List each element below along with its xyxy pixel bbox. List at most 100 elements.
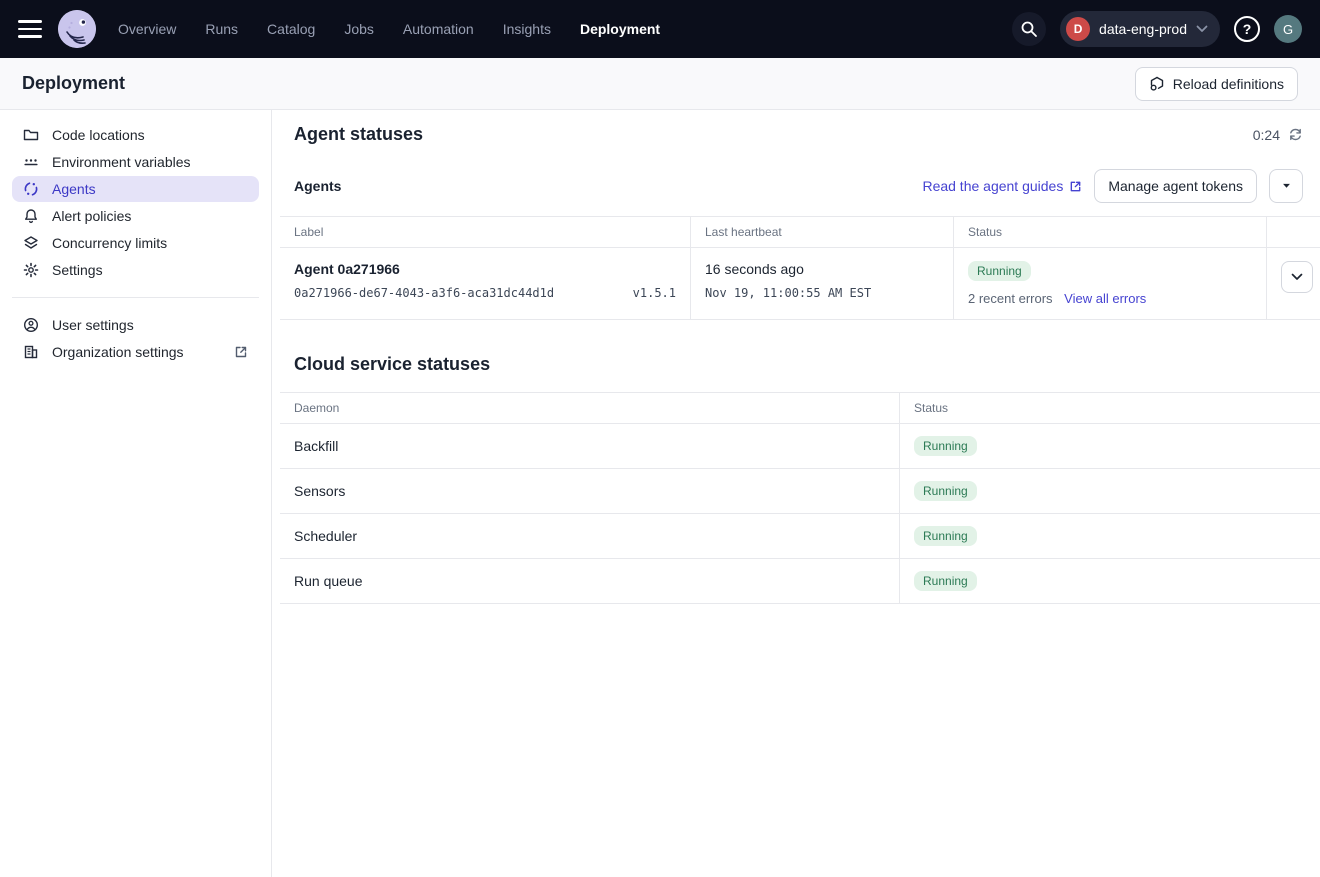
daemon-status-cell: Running <box>900 514 1320 559</box>
deployment-switcher[interactable]: D data-eng-prod <box>1060 11 1220 47</box>
code-location-icon <box>1149 76 1165 92</box>
sidebar-item-label: Organization settings <box>52 344 221 360</box>
cloud-statuses-header: Cloud service statuses <box>280 354 1320 375</box>
sidebar-item-alert-policies[interactable]: Alert policies <box>12 203 259 229</box>
agent-version: v1.5.1 <box>633 286 676 300</box>
sidebar-item-label: Alert policies <box>52 208 248 224</box>
sidebar-divider <box>12 297 259 298</box>
user-icon <box>23 317 39 333</box>
view-all-errors-link[interactable]: View all errors <box>1064 291 1146 306</box>
deployment-name: data-eng-prod <box>1099 21 1187 37</box>
sidebar-item-label: User settings <box>52 317 248 333</box>
reload-definitions-button[interactable]: Reload definitions <box>1135 67 1298 101</box>
daemon-row: Sensors Running <box>280 469 1320 514</box>
sidebar-item-label: Agents <box>52 181 248 197</box>
daemon-name: Sensors <box>280 469 900 514</box>
agent-status-cell: Running 2 recent errors View all errors <box>954 248 1267 320</box>
agent-expand-button[interactable] <box>1281 261 1313 293</box>
agent-actions-dropdown-button[interactable] <box>1269 169 1303 203</box>
agents-table: Label Last heartbeat Status Agent 0a2719… <box>280 216 1320 320</box>
agent-guides-link[interactable]: Read the agent guides <box>922 178 1082 194</box>
sidebar-item-label: Concurrency limits <box>52 235 248 251</box>
sidebar-item-user-settings[interactable]: User settings <box>12 312 259 338</box>
sidebar-item-label: Code locations <box>52 127 248 143</box>
nav-runs[interactable]: Runs <box>205 21 238 37</box>
cloud-table-header: Daemon Status <box>280 393 1320 424</box>
bell-icon <box>23 208 39 224</box>
external-link-icon <box>1069 180 1082 193</box>
gear-icon <box>23 262 39 278</box>
column-header-actions <box>1267 217 1320 248</box>
daemon-name: Backfill <box>280 424 900 469</box>
agents-table-header: Label Last heartbeat Status <box>280 217 1320 248</box>
agent-label-cell: Agent 0a271966 0a271966-de67-4043-a3f6-a… <box>280 248 691 320</box>
page-header: Deployment Reload definitions <box>0 58 1320 110</box>
column-header-status: Status <box>954 217 1267 248</box>
caret-down-icon <box>1282 183 1291 189</box>
cloud-statuses-title: Cloud service statuses <box>294 354 490 375</box>
heartbeat-relative: 16 seconds ago <box>705 261 939 277</box>
chevron-down-icon <box>1291 273 1303 281</box>
dagster-logo[interactable] <box>58 10 96 48</box>
sidebar-item-code-locations[interactable]: Code locations <box>12 122 259 148</box>
sidebar-item-environment-variables[interactable]: Environment variables <box>12 149 259 175</box>
agent-icon <box>23 181 39 197</box>
primary-nav: Overview Runs Catalog Jobs Automation In… <box>118 21 660 37</box>
manage-agent-tokens-button[interactable]: Manage agent tokens <box>1094 169 1257 203</box>
refresh-icon[interactable] <box>1288 127 1303 142</box>
page-title: Deployment <box>22 73 125 94</box>
nav-jobs[interactable]: Jobs <box>344 21 374 37</box>
sidebar-item-label: Settings <box>52 262 248 278</box>
agent-id: 0a271966-de67-4043-a3f6-aca31dc44d1d <box>294 286 554 300</box>
search-button[interactable] <box>1012 12 1046 46</box>
nav-automation[interactable]: Automation <box>403 21 474 37</box>
column-header-status: Status <box>900 393 1320 424</box>
user-avatar[interactable]: G <box>1274 15 1302 43</box>
recent-errors-text: 2 recent errors <box>968 291 1053 306</box>
daemon-row: Run queue Running <box>280 559 1320 604</box>
status-badge: Running <box>968 261 1031 281</box>
hamburger-menu-icon[interactable] <box>18 20 42 38</box>
sidebar-item-organization-settings[interactable]: Organization settings <box>12 339 259 365</box>
status-badge: Running <box>914 481 977 501</box>
search-icon <box>1020 20 1038 38</box>
chevron-down-icon <box>1196 25 1208 33</box>
status-badge: Running <box>914 571 977 591</box>
agent-heartbeat-cell: 16 seconds ago Nov 19, 11:00:55 AM EST <box>691 248 954 320</box>
nav-overview[interactable]: Overview <box>118 21 176 37</box>
daemon-status-cell: Running <box>900 559 1320 604</box>
external-link-icon <box>234 345 248 359</box>
agent-expand-cell <box>1267 248 1320 320</box>
nav-insights[interactable]: Insights <box>503 21 551 37</box>
status-badge: Running <box>914 526 977 546</box>
column-header-daemon: Daemon <box>280 393 900 424</box>
help-button[interactable]: ? <box>1234 16 1260 42</box>
heartbeat-timestamp: Nov 19, 11:00:55 AM EST <box>705 286 939 300</box>
deployment-sidebar: Code locations Environment variables A <box>0 110 272 877</box>
deployment-initial-badge: D <box>1066 17 1090 41</box>
organization-icon <box>23 344 39 360</box>
daemon-status-cell: Running <box>900 424 1320 469</box>
cloud-services-table: Daemon Status Backfill Running Sensors R… <box>280 392 1320 604</box>
agent-statuses-header: Agent statuses 0:24 <box>280 124 1320 145</box>
nav-catalog[interactable]: Catalog <box>267 21 315 37</box>
folder-icon <box>23 127 39 143</box>
agent-name: Agent 0a271966 <box>294 261 676 277</box>
sidebar-item-settings[interactable]: Settings <box>12 257 259 283</box>
column-header-label: Label <box>280 217 691 248</box>
layers-icon <box>23 235 39 251</box>
agent-row: Agent 0a271966 0a271966-de67-4043-a3f6-a… <box>280 248 1320 320</box>
sidebar-item-concurrency-limits[interactable]: Concurrency limits <box>12 230 259 256</box>
sidebar-item-label: Environment variables <box>52 154 248 170</box>
octopus-logo-icon <box>58 10 96 48</box>
agent-statuses-title: Agent statuses <box>294 124 423 145</box>
help-icon: ? <box>1243 21 1252 37</box>
agents-label: Agents <box>294 178 341 194</box>
daemon-name: Scheduler <box>280 514 900 559</box>
nav-deployment[interactable]: Deployment <box>580 21 660 37</box>
daemon-row: Backfill Running <box>280 424 1320 469</box>
sidebar-item-agents[interactable]: Agents <box>12 176 259 202</box>
countdown-value: 0:24 <box>1253 127 1280 143</box>
status-badge: Running <box>914 436 977 456</box>
env-vars-icon <box>23 154 39 170</box>
